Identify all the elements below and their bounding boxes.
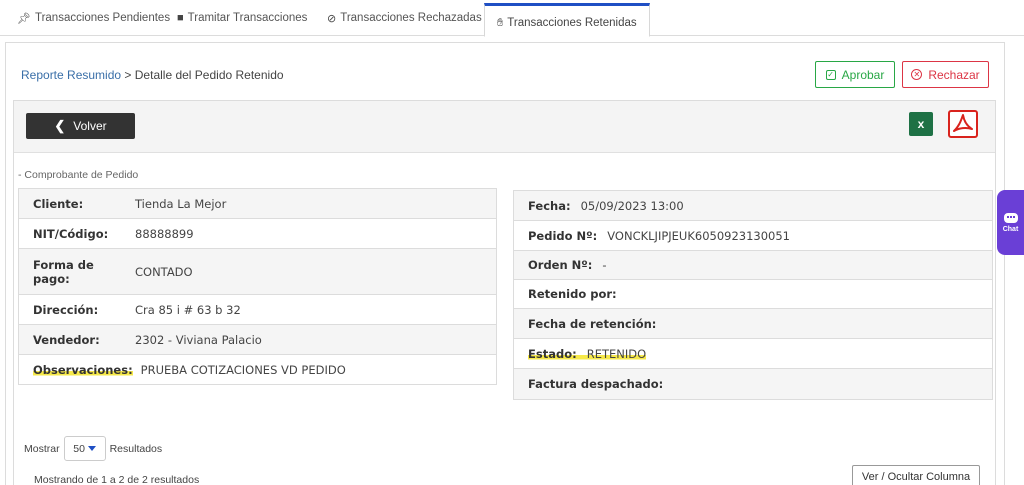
tab-label: Tramitar Transacciones	[187, 12, 308, 24]
row-value: 2302 - Viviana Palacio	[135, 332, 262, 347]
row-value: PRUEBA COTIZACIONES VD PEDIDO	[140, 362, 346, 377]
row-label: Vendedor:	[33, 332, 100, 347]
row-label: Dirección:	[33, 302, 99, 317]
tab-label: Transacciones Retenidas	[507, 17, 637, 29]
back-label: Volver	[73, 119, 107, 133]
row-label: Fecha:	[528, 198, 571, 213]
customer-info-table: Cliente: Tienda La Mejor NIT/Código: 888…	[18, 188, 497, 385]
tab-transacciones-rechazadas[interactable]: ⊘ Transacciones Rechazadas	[327, 0, 482, 36]
card-toolbar: ❮ Volver x	[14, 101, 995, 153]
results-summary: Mostrando de 1 a 2 de 2 resultados	[34, 474, 200, 485]
approve-button[interactable]: ✓ Aprobar	[815, 61, 895, 88]
order-info-table: Fecha: 05/09/2023 13:00 Pedido Nº: VONCK…	[513, 190, 993, 400]
row-value: Cra 85 i # 63 b 32	[135, 302, 241, 317]
chat-label: Chat	[1002, 225, 1019, 233]
pin-icon: 📌︎	[17, 12, 31, 25]
table-row: Cliente: Tienda La Mejor	[19, 189, 496, 219]
row-value: CONTADO	[135, 264, 193, 279]
pdf-export-icon[interactable]	[948, 110, 978, 138]
row-label: Observaciones:	[33, 362, 133, 377]
reject-button[interactable]: ✕ Rechazar	[902, 61, 989, 88]
page-size-control: Mostrar 50 Resultados	[24, 436, 162, 461]
show-label: Mostrar	[24, 442, 60, 455]
breadcrumb-current: Detalle del Pedido Retenido	[134, 68, 284, 82]
table-row: Fecha de retención:	[514, 309, 992, 339]
row-value: -	[602, 258, 607, 272]
pdf-glyph	[953, 114, 973, 132]
ban-icon: ⊘	[327, 12, 337, 25]
row-label: Fecha de retención:	[528, 316, 657, 331]
status-value: RETENIDO	[586, 346, 647, 361]
row-label: Pedido Nº:	[528, 228, 598, 243]
robot-icon	[1003, 212, 1018, 223]
row-value: Tienda La Mejor	[135, 196, 227, 211]
x-circle-icon: ✕	[911, 69, 923, 80]
tab-transacciones-pendientes[interactable]: 📌︎ Transacciones Pendientes	[17, 0, 170, 36]
section-label: - Comprobante de Pedido	[18, 169, 139, 181]
check-square-icon: ✓	[825, 69, 836, 80]
table-row: Pedido Nº: VONCKLJIPJEUK6050923130051	[514, 221, 992, 251]
page-size-select[interactable]: 50	[63, 436, 106, 461]
toggle-columns-button[interactable]: Ver / Ocultar Columna	[852, 465, 980, 485]
caret-down-icon	[87, 446, 96, 451]
row-value: VONCKLJIPJEUK6050923130051	[607, 228, 790, 243]
breadcrumb-link[interactable]: Reporte Resumido	[21, 68, 121, 82]
status-highlight: Estado: RETENIDO	[528, 346, 647, 361]
row-label: Forma de pago:	[33, 257, 94, 286]
back-button[interactable]: ❮ Volver	[26, 113, 135, 139]
reject-label: Rechazar	[928, 67, 980, 82]
table-row: NIT/Código: 88888899	[19, 219, 496, 249]
table-row: Forma de pago: CONTADO	[19, 249, 496, 295]
chat-widget[interactable]: Chat	[997, 190, 1024, 255]
tab-transacciones-retenidas[interactable]: ✋︎ Transacciones Retenidas	[484, 3, 650, 37]
row-label: Retenido por:	[528, 287, 617, 301]
chevron-left-icon: ❮	[54, 118, 66, 133]
tab-tramitar-transacciones[interactable]: ■ Tramitar Transacciones	[177, 0, 307, 36]
results-label: Resultados	[109, 442, 163, 455]
hand-icon: ✋︎	[497, 16, 504, 29]
tab-label: Transacciones Rechazadas	[340, 12, 482, 24]
row-label: Cliente:	[33, 196, 84, 211]
table-row: Estado: RETENIDO	[514, 339, 992, 369]
table-row: Orden Nº: -	[514, 251, 992, 280]
table-row: Observaciones: PRUEBA COTIZACIONES VD PE…	[19, 355, 496, 384]
tab-bar: 📌︎ Transacciones Pendientes ■ Tramitar T…	[0, 0, 1024, 37]
breadcrumb-separator: >	[124, 68, 132, 82]
row-label: NIT/Código:	[33, 226, 109, 241]
table-row: Factura despachado:	[514, 369, 992, 399]
excel-letter: x	[917, 117, 925, 131]
row-value: 05/09/2023 13:00	[580, 198, 684, 213]
excel-export-icon[interactable]: x	[909, 112, 933, 136]
row-label: Factura despachado:	[528, 377, 664, 391]
truck-icon: ■	[177, 12, 184, 24]
table-row: Retenido por:	[514, 280, 992, 309]
table-row: Vendedor: 2302 - Viviana Palacio	[19, 325, 496, 355]
breadcrumb: Reporte Resumido > Detalle del Pedido Re…	[21, 68, 284, 82]
row-value: 88888899	[135, 226, 194, 241]
row-label: Orden Nº:	[528, 258, 593, 272]
table-row: Dirección: Cra 85 i # 63 b 32	[19, 295, 496, 325]
approve-label: Aprobar	[841, 67, 885, 82]
page-size-value: 50	[73, 442, 85, 455]
row-label: Estado:	[528, 346, 577, 361]
tab-label: Transacciones Pendientes	[34, 12, 171, 24]
table-row: Fecha: 05/09/2023 13:00	[514, 191, 992, 221]
